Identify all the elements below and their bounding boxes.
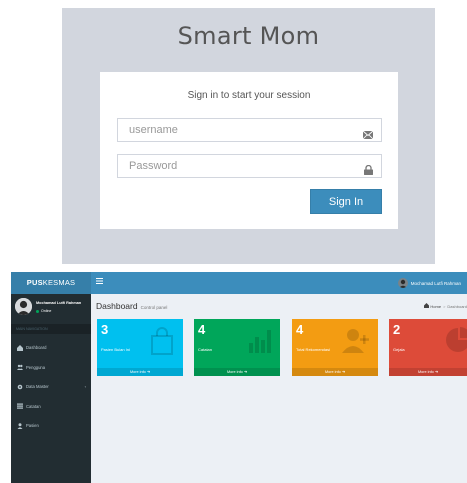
- stat-box-rekomendasi: 4 Total Rekomendasi More info ➜: [292, 319, 378, 376]
- sidebar-item-data-master[interactable]: Data Master ‹: [11, 377, 91, 397]
- more-info-link[interactable]: More info ➜: [389, 368, 467, 376]
- more-info-link[interactable]: More info ➜: [194, 368, 280, 376]
- page-title: Dashboard Control panel: [96, 301, 167, 311]
- content-header: Dashboard Control panel Home > Dashboard: [91, 294, 467, 316]
- envelope-icon: [362, 126, 374, 144]
- sidebar-toggle-icon[interactable]: [96, 278, 106, 288]
- stat-number: 4: [296, 322, 304, 337]
- sidebar-user-name: Mochamad Lutfi Rahman: [36, 301, 82, 305]
- more-info-label: More info: [129, 370, 146, 374]
- logo-rest: KESMAS: [42, 278, 76, 287]
- sidebar-item-label: Dashboard: [26, 345, 47, 351]
- arrow-circle-right-icon: ➜: [243, 370, 248, 374]
- sidebar-item-pasien[interactable]: Pasien: [11, 416, 91, 436]
- dashboard-icon: [17, 344, 23, 351]
- avatar: [15, 298, 32, 315]
- password-field[interactable]: [117, 154, 382, 178]
- login-message: Sign in to start your session: [187, 90, 311, 101]
- breadcrumb-current: Dashboard: [447, 303, 467, 309]
- sidebar-item-label: Pasien: [26, 423, 39, 429]
- top-avatar: [397, 278, 408, 288]
- sidebar-item-label: Data Master: [26, 384, 49, 390]
- stat-label: Gejala: [393, 347, 405, 352]
- arrow-circle-right-icon: ➜: [434, 370, 439, 374]
- stat-number: 4: [198, 322, 206, 337]
- online-dot-icon: [36, 309, 39, 313]
- gear-icon: [17, 384, 23, 390]
- more-info-link[interactable]: More info ➜: [292, 368, 378, 376]
- stat-box-gejala: 2 Gejala More info ➜: [389, 319, 467, 376]
- sidebar-item-catatan[interactable]: Catatan: [11, 397, 91, 417]
- sidebar-item-label: Catatan: [26, 403, 41, 409]
- bag-icon: [149, 327, 175, 360]
- breadcrumb-separator: >: [443, 303, 446, 309]
- dashboard-screenshot: PUSKESMAS Mochamad Lutfi Rahman Mochamad…: [11, 272, 467, 483]
- top-user-name: Mochamad Lutfi Rahman: [410, 280, 461, 286]
- breadcrumb-home[interactable]: Home: [430, 304, 441, 309]
- chevron-left-icon: ‹: [84, 384, 86, 389]
- more-info-label: More info: [226, 370, 243, 374]
- user-panel: Mochamad Lutfi Rahman Online: [11, 294, 91, 322]
- sidebar-item-dashboard[interactable]: Dashboard: [11, 338, 91, 358]
- bar-chart-icon: [248, 327, 272, 358]
- top-navbar: PUSKESMAS Mochamad Lutfi Rahman: [11, 272, 467, 294]
- logo-bold: PUS: [26, 278, 43, 287]
- pie-chart-icon: [445, 327, 467, 358]
- user-add-icon: [342, 327, 370, 358]
- list-icon: [17, 403, 23, 409]
- user-status-text: Online: [41, 309, 52, 313]
- stat-label: Catatan: [198, 347, 213, 352]
- more-info-label: More info: [324, 370, 341, 374]
- sidebar-item-pengguna[interactable]: Pengguna: [11, 358, 91, 378]
- username-input[interactable]: [118, 119, 381, 141]
- users-icon: [17, 364, 23, 371]
- login-screen: Smart Mom Sign in to start your session …: [62, 8, 435, 264]
- stat-label: Total Rekomendasi: [296, 347, 331, 352]
- lock-icon: [364, 162, 373, 180]
- arrow-circle-right-icon: ➜: [341, 370, 346, 374]
- sidebar: Mochamad Lutfi Rahman Online MAIN NAVIGA…: [11, 294, 91, 483]
- username-field[interactable]: [117, 118, 382, 142]
- password-input[interactable]: [118, 155, 381, 177]
- sign-in-button[interactable]: Sign In: [310, 189, 382, 214]
- app-logo[interactable]: PUSKESMAS: [11, 272, 91, 294]
- login-box: Sign in to start your session Sign In: [100, 72, 398, 229]
- more-info-label: More info: [417, 370, 434, 374]
- stat-number: 2: [393, 322, 401, 337]
- sidebar-menu: Dashboard Pengguna Data Master ‹ Catatan…: [11, 338, 91, 436]
- stat-box-catatan: 4 Catatan More info ➜: [194, 319, 280, 376]
- sidebar-item-label: Pengguna: [26, 364, 46, 370]
- user-icon: [17, 423, 23, 429]
- menu-header: MAIN NAVIGATION: [11, 324, 91, 334]
- more-info-link[interactable]: More info ➜: [97, 368, 183, 376]
- arrow-circle-right-icon: ➜: [146, 370, 151, 374]
- top-user-menu[interactable]: Mochamad Lutfi Rahman: [397, 276, 461, 290]
- home-icon: [423, 303, 429, 309]
- brand-title: Smart Mom: [177, 22, 320, 50]
- breadcrumb: Home > Dashboard: [423, 303, 467, 309]
- page-subtitle: Control panel: [140, 305, 168, 310]
- stat-boxes: 3 Pasien Bulan Ini More info ➜ 4 Catatan…: [97, 319, 467, 376]
- stat-number: 3: [101, 322, 109, 337]
- user-status: Online: [36, 309, 51, 313]
- stat-box-pasien: 3 Pasien Bulan Ini More info ➜: [97, 319, 183, 376]
- page-title-text: Dashboard: [96, 301, 138, 311]
- stat-label: Pasien Bulan Ini: [101, 347, 130, 352]
